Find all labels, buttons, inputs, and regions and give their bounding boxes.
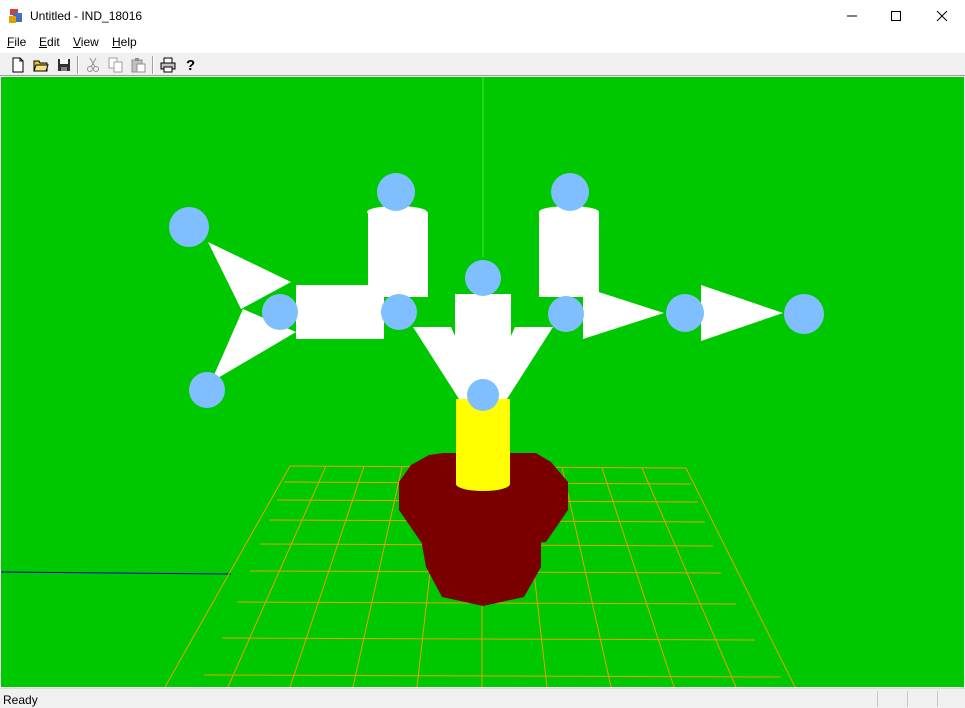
printer-icon: [160, 57, 176, 73]
3d-viewport[interactable]: [1, 77, 964, 687]
new-file-icon: [12, 57, 24, 73]
status-text: Ready: [3, 693, 38, 707]
help-button[interactable]: ?: [181, 55, 201, 75]
robot-scene: [1, 77, 964, 687]
close-icon: [936, 10, 948, 22]
maximize-icon: [891, 11, 901, 21]
yellow-column: [456, 399, 510, 491]
open-folder-icon: [33, 60, 49, 72]
print-button[interactable]: [158, 55, 178, 75]
window-title: Untitled - IND_18016: [30, 9, 143, 23]
new-file-button[interactable]: [8, 55, 28, 75]
app-icon: [8, 8, 24, 24]
open-file-button[interactable]: [31, 55, 51, 75]
title-bar: Untitled - IND_18016: [0, 0, 965, 32]
paste-button[interactable]: [129, 55, 149, 75]
status-pane: [877, 691, 906, 707]
menu-file[interactable]: File: [7, 35, 26, 49]
save-icon: [58, 59, 70, 71]
copy-icon: [108, 57, 123, 73]
minimize-icon: [847, 15, 857, 17]
copy-button[interactable]: [106, 55, 126, 75]
menu-view[interactable]: View: [73, 35, 99, 49]
paste-icon: [131, 58, 146, 73]
maximize-button[interactable]: [873, 0, 919, 32]
menu-help[interactable]: Help: [112, 35, 137, 49]
svg-text:?: ?: [186, 57, 195, 73]
toolbar: ?: [0, 52, 965, 76]
save-button[interactable]: [54, 55, 74, 75]
status-pane: [907, 691, 936, 707]
close-button[interactable]: [919, 0, 965, 32]
cut-icon: [87, 57, 99, 72]
minimize-button[interactable]: [829, 0, 875, 32]
help-icon: ?: [186, 57, 195, 73]
cut-button[interactable]: [83, 55, 103, 75]
menu-edit[interactable]: Edit: [39, 35, 60, 49]
menu-bar: File Edit View Help: [0, 32, 965, 52]
status-pane: [937, 691, 964, 707]
status-bar: Ready: [0, 688, 965, 708]
